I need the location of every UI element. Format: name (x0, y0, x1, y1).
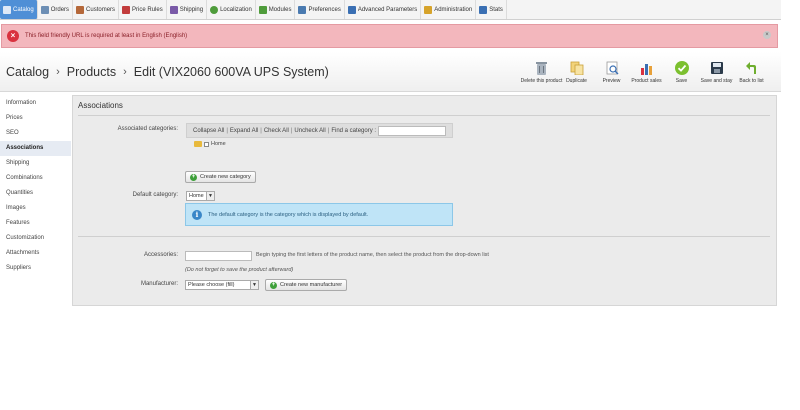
sidebar-item-associations[interactable]: Associations (0, 141, 71, 156)
toolbar: Delete this product Duplicate Preview Pr… (521, 61, 769, 84)
advanced-parameters-icon (347, 5, 356, 14)
save-and-stay-icon (710, 61, 724, 75)
divider (78, 236, 770, 237)
default-category-label: Default category: (132, 192, 178, 198)
nav-tab-catalog[interactable]: Catalog (0, 0, 38, 19)
nav-tab-administration[interactable]: Administration (421, 0, 477, 19)
customers-icon (76, 5, 85, 14)
category-tree-toolbar: Collapse All | Expand All | Check All | … (186, 123, 453, 138)
error-text: This field friendly URL is required at l… (25, 33, 188, 39)
associated-categories-label: Associated categories: (117, 126, 178, 132)
breadcrumb-separator: › (56, 66, 60, 78)
find-category-input[interactable] (378, 125, 447, 136)
default-category-info: i The default category is the category w… (185, 203, 453, 226)
shipping-icon (169, 5, 178, 14)
sidebar-item-customization[interactable]: Customization (0, 231, 71, 246)
trash-icon (535, 61, 549, 75)
orders-icon (40, 5, 49, 14)
default-category-select[interactable]: Home ▼ (186, 191, 215, 201)
preferences-icon (298, 5, 307, 14)
nav-tab-localization[interactable]: Localization (207, 0, 256, 19)
sidebar-item-quantities[interactable]: Quantities (0, 186, 71, 201)
product-tabs-sidebar: Information Prices SEO Associations Ship… (0, 96, 71, 276)
chevron-down-icon: ▼ (206, 192, 214, 200)
localization-icon (210, 5, 219, 14)
delete-product-button[interactable]: Delete this product (521, 61, 562, 84)
duplicate-button[interactable]: Duplicate (559, 61, 594, 84)
plus-icon: + (270, 281, 277, 289)
top-navigation: Catalog Orders Customers Price Rules Shi… (0, 0, 781, 20)
page-title: Edit (VIX2060 600VA UPS System) (133, 65, 329, 79)
nav-tab-price-rules[interactable]: Price Rules (119, 0, 167, 19)
folder-icon (194, 141, 202, 147)
breadcrumb: Catalog › Products › Edit (VIX2060 600VA… (6, 65, 329, 79)
preview-icon (605, 61, 619, 75)
category-checkbox[interactable] (204, 141, 209, 147)
sidebar-item-information[interactable]: Information (0, 96, 71, 111)
info-icon: i (192, 209, 202, 220)
price-rules-icon (122, 5, 131, 14)
nav-tab-stats[interactable]: Stats (476, 0, 507, 19)
find-category-label: Find a category : (331, 127, 377, 134)
chevron-down-icon: ▼ (250, 281, 258, 289)
product-sales-icon (640, 61, 654, 75)
expand-all-link[interactable]: Expand All (230, 128, 258, 134)
collapse-all-link[interactable]: Collapse All (193, 128, 224, 134)
accessories-input[interactable] (185, 251, 252, 261)
breadcrumb-products[interactable]: Products (67, 65, 116, 79)
category-tree: Home (194, 141, 226, 147)
nav-tab-orders[interactable]: Orders (38, 0, 74, 19)
panel-title: Associations (78, 101, 123, 110)
stats-icon (479, 5, 488, 14)
modules-icon (258, 5, 267, 14)
create-category-button[interactable]: + Create new category (185, 171, 256, 183)
sidebar-item-prices[interactable]: Prices (0, 111, 71, 126)
accessories-note: (Do not forget to save the product after… (185, 267, 294, 273)
sidebar-item-suppliers[interactable]: Suppliers (0, 261, 71, 276)
close-icon[interactable]: × (763, 31, 771, 39)
associations-panel: Associations Associated categories: Coll… (72, 95, 777, 306)
duplicate-icon (570, 61, 584, 75)
sidebar-item-images[interactable]: Images (0, 201, 71, 216)
sidebar-item-shipping[interactable]: Shipping (0, 156, 71, 171)
error-message: × This field friendly URL is required at… (1, 24, 778, 48)
back-to-list-button[interactable]: Back to list (734, 61, 769, 84)
plus-icon: + (190, 173, 197, 181)
breadcrumb-catalog[interactable]: Catalog (6, 65, 49, 79)
save-check-icon (674, 61, 689, 75)
sidebar-item-features[interactable]: Features (0, 216, 71, 231)
page-header: Catalog › Products › Edit (VIX2060 600VA… (0, 52, 781, 92)
nav-tab-customers[interactable]: Customers (73, 0, 120, 19)
sidebar-item-attachments[interactable]: Attachments (0, 246, 71, 261)
manufacturer-select[interactable]: Please choose (fill) ▼ (185, 280, 259, 290)
catalog-icon (3, 5, 11, 14)
sidebar-item-seo[interactable]: SEO (0, 126, 71, 141)
back-arrow-icon (745, 61, 759, 75)
accessories-hint: Begin typing the first letters of the pr… (256, 252, 489, 258)
tree-item-home[interactable]: Home (211, 141, 226, 147)
uncheck-all-link[interactable]: Uncheck All (294, 128, 325, 134)
nav-tab-modules[interactable]: Modules (256, 0, 296, 19)
create-manufacturer-button[interactable]: + Create new manufacturer (265, 279, 348, 291)
divider (78, 115, 770, 116)
manufacturer-label: Manufacturer: (140, 281, 178, 287)
preview-button[interactable]: Preview (594, 61, 629, 84)
check-all-link[interactable]: Check All (264, 128, 289, 134)
sidebar-item-combinations[interactable]: Combinations (0, 171, 71, 186)
product-sales-button[interactable]: Product sales (629, 61, 664, 84)
administration-icon (424, 5, 433, 14)
breadcrumb-separator: › (123, 66, 127, 78)
save-and-stay-button[interactable]: Save and stay (699, 61, 734, 84)
nav-tab-advanced-parameters[interactable]: Advanced Parameters (345, 0, 422, 19)
nav-tab-preferences[interactable]: Preferences (295, 0, 345, 19)
accessories-label: Accessories: (143, 252, 178, 258)
save-button[interactable]: Save (664, 61, 699, 84)
nav-tab-shipping[interactable]: Shipping (167, 0, 208, 19)
error-icon: × (7, 30, 19, 42)
